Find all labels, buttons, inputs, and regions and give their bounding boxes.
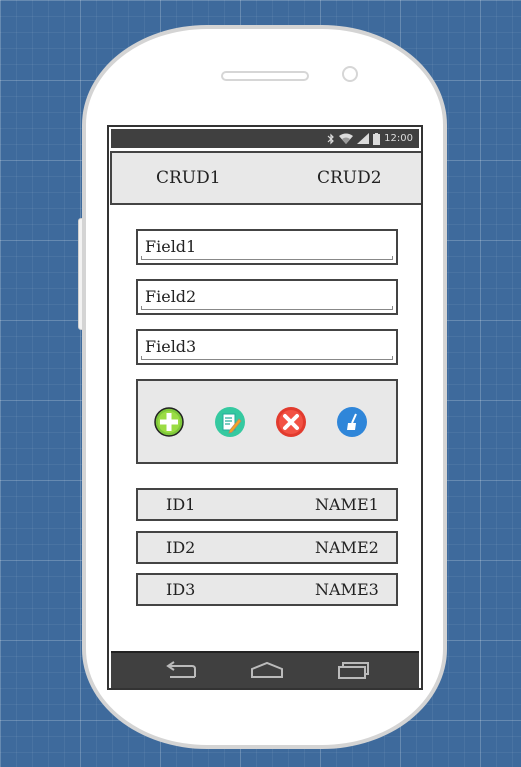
field3-input[interactable]: Field3 bbox=[136, 329, 398, 365]
phone-screen: 12:00 CRUD1 CRUD2 Field1 Field2 Field3 I… bbox=[107, 125, 423, 690]
edit-icon[interactable] bbox=[214, 406, 246, 438]
add-icon[interactable] bbox=[153, 406, 185, 438]
list-item[interactable]: ID3 NAME3 bbox=[136, 573, 398, 606]
bluetooth-icon bbox=[327, 133, 335, 144]
field2-value: Field2 bbox=[145, 287, 197, 306]
signal-icon bbox=[357, 133, 370, 144]
list-item[interactable]: ID2 NAME2 bbox=[136, 531, 398, 564]
field3-underline bbox=[141, 356, 393, 360]
wifi-icon bbox=[339, 133, 354, 144]
phone-speaker bbox=[221, 71, 309, 81]
list-item-id: ID2 bbox=[166, 538, 196, 557]
list-item-id: ID3 bbox=[166, 580, 196, 599]
list-item-id: ID1 bbox=[166, 495, 196, 514]
recents-icon[interactable] bbox=[337, 661, 371, 679]
field1-value: Field1 bbox=[145, 237, 197, 256]
field2-underline bbox=[141, 306, 393, 310]
clear-icon[interactable] bbox=[336, 406, 368, 438]
tab-bar: CRUD1 CRUD2 bbox=[110, 151, 421, 205]
battery-icon bbox=[373, 132, 381, 145]
tab-crud2[interactable]: CRUD2 bbox=[317, 168, 382, 188]
back-icon[interactable] bbox=[164, 661, 198, 679]
field1-underline bbox=[141, 256, 393, 260]
tab-crud1[interactable]: CRUD1 bbox=[156, 168, 221, 188]
delete-icon[interactable] bbox=[275, 406, 307, 438]
list-item-name: NAME1 bbox=[315, 495, 379, 514]
action-toolbar bbox=[136, 379, 398, 464]
navigation-bar bbox=[111, 651, 419, 688]
status-time: 12:00 bbox=[384, 133, 413, 144]
status-bar: 12:00 bbox=[111, 129, 419, 148]
field3-value: Field3 bbox=[145, 337, 197, 356]
phone-camera bbox=[342, 66, 358, 82]
field1-input[interactable]: Field1 bbox=[136, 229, 398, 265]
list-item-name: NAME2 bbox=[315, 538, 379, 557]
list-item-name: NAME3 bbox=[315, 580, 379, 599]
home-icon[interactable] bbox=[250, 661, 284, 679]
field2-input[interactable]: Field2 bbox=[136, 279, 398, 315]
list-item[interactable]: ID1 NAME1 bbox=[136, 488, 398, 521]
